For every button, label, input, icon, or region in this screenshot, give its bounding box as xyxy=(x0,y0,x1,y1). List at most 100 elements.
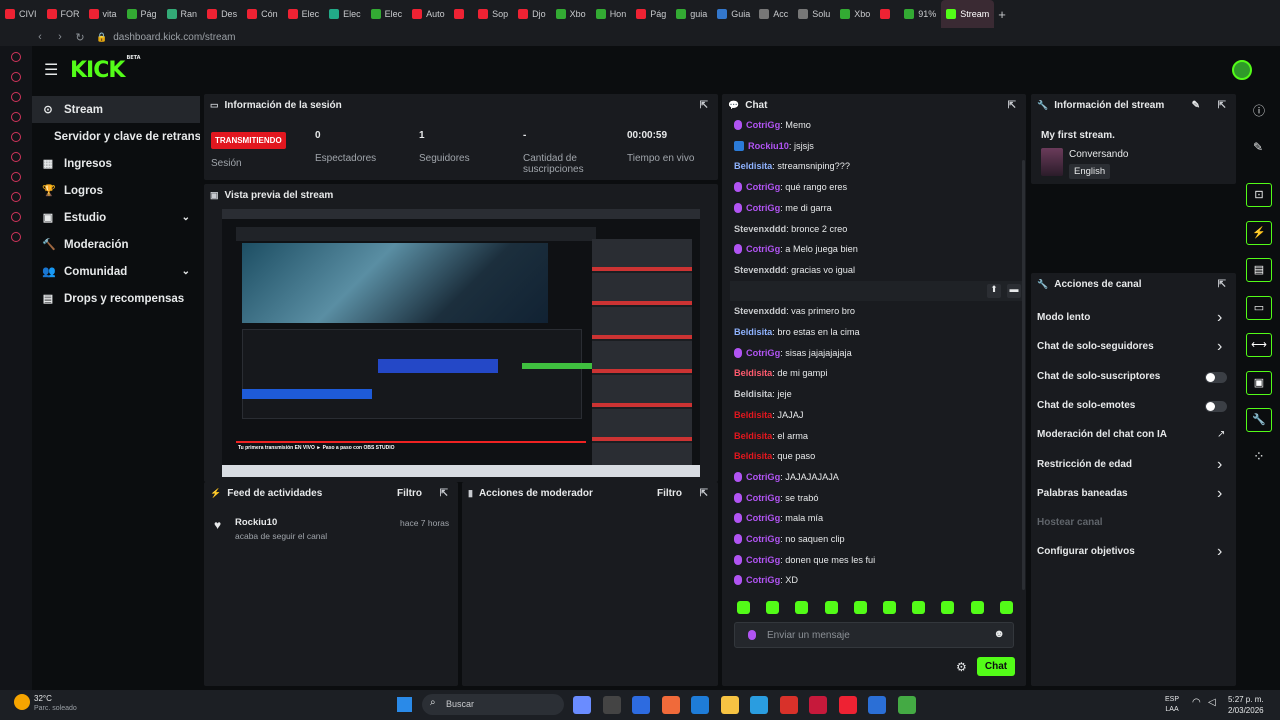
nav-item-4[interactable]: ▣ Estudio ⌄ xyxy=(32,204,200,231)
opera-sidebar-icon[interactable] xyxy=(11,152,21,162)
chat-message[interactable]: CotriGg: a Melo juega bien xyxy=(734,244,858,255)
settings-icon[interactable]: ⚙ xyxy=(956,660,967,674)
chat-message[interactable]: Beldisita: el arma xyxy=(734,431,808,441)
browser-tab[interactable]: vita xyxy=(84,0,122,28)
popout-icon[interactable]: ⇱ xyxy=(1218,100,1226,111)
emote-icon[interactable] xyxy=(824,601,838,614)
browser-tab[interactable]: Elec xyxy=(324,0,366,28)
taskbar-app-icon[interactable] xyxy=(573,696,591,714)
channel-action[interactable]: Configurar objetivos xyxy=(1037,546,1135,557)
chat-message[interactable]: CotriGg: Memo xyxy=(734,120,811,130)
pin-icon[interactable]: ⬆ xyxy=(987,284,1001,298)
bolt-icon[interactable]: ⚡ xyxy=(1246,220,1272,245)
chat-message[interactable]: Beldisita: streamsniping??? xyxy=(734,161,850,171)
browser-tab[interactable]: Auto xyxy=(407,0,449,28)
chat-username[interactable]: Beldisita xyxy=(734,451,772,461)
chat-username[interactable]: CotriGg xyxy=(746,348,780,358)
trash-icon[interactable]: ▬ xyxy=(1007,284,1021,298)
chat-username[interactable]: Stevenxddd xyxy=(734,265,786,275)
channel-action[interactable]: Moderación del chat con IA xyxy=(1037,429,1167,440)
browser-tab[interactable]: Djo xyxy=(513,0,551,28)
chevron-right-icon[interactable]: › xyxy=(1217,543,1222,561)
chat-username[interactable]: CotriGg xyxy=(746,575,780,585)
chat-message[interactable]: Beldisita: bro estas en la cima xyxy=(734,327,860,337)
taskbar-app-icon[interactable] xyxy=(750,696,768,714)
layout-icon[interactable]: ▣ xyxy=(1246,370,1272,395)
browser-tab[interactable]: guia xyxy=(671,0,712,28)
activity-filter[interactable]: Filtro xyxy=(397,488,422,499)
browser-tab[interactable]: Xbo xyxy=(835,0,875,28)
start-button[interactable] xyxy=(397,697,412,712)
kick-logo[interactable]: KICKBETA xyxy=(70,55,141,83)
nav-item-0[interactable]: ⊙ Stream xyxy=(32,96,200,123)
popout-icon[interactable]: ⇱ xyxy=(700,100,708,111)
chat-scrollbar[interactable] xyxy=(1022,160,1025,590)
taskbar-app-icon[interactable] xyxy=(602,696,621,714)
opera-sidebar-icon[interactable] xyxy=(11,232,21,242)
chat-message[interactable]: Beldisita: que paso xyxy=(734,451,815,461)
chat-message[interactable]: Beldisita: jeje xyxy=(734,389,792,399)
browser-tab[interactable]: Ran xyxy=(162,0,203,28)
channel-action[interactable]: Hostear canal xyxy=(1037,517,1103,528)
avatar[interactable] xyxy=(1232,60,1252,80)
chevron-down-icon[interactable]: ⌄ xyxy=(182,266,190,277)
chat-username[interactable]: Stevenxddd xyxy=(734,306,786,316)
channel-action[interactable]: Palabras baneadas xyxy=(1037,488,1128,499)
nav-item-3[interactable]: 🏆 Logros xyxy=(32,177,200,204)
nav-item-6[interactable]: 👥 Comunidad ⌄ xyxy=(32,258,200,285)
chat-message[interactable]: CotriGg: me di garra xyxy=(734,202,832,213)
menu-icon[interactable]: ☰ xyxy=(44,60,58,80)
chat-username[interactable]: Beldisita xyxy=(734,161,772,171)
popout-icon[interactable]: ⇱ xyxy=(440,488,448,499)
chat-username[interactable]: CotriGg xyxy=(746,513,780,523)
chat-message[interactable]: CotriGg: mala mía xyxy=(734,513,823,524)
wifi-icon[interactable]: ◠ xyxy=(1192,697,1201,708)
chat-username[interactable]: Stevenxddd xyxy=(734,224,786,234)
chat-username[interactable]: CotriGg xyxy=(746,244,780,254)
send-chat-button[interactable]: Chat xyxy=(977,657,1015,676)
emote-icon[interactable] xyxy=(970,601,984,614)
list-icon[interactable]: ▤ xyxy=(1246,258,1272,282)
nav-item-5[interactable]: 🔨 Moderación xyxy=(32,231,200,258)
chat-message[interactable]: CotriGg: se trabó xyxy=(734,492,819,503)
chat-username[interactable]: CotriGg xyxy=(746,472,780,482)
opera-sidebar-icon[interactable] xyxy=(11,112,21,122)
opera-sidebar-icon[interactable] xyxy=(11,172,21,182)
chevron-right-icon[interactable]: › xyxy=(1217,485,1222,503)
emote-icon[interactable] xyxy=(941,601,955,614)
chevron-right-icon[interactable]: › xyxy=(1217,456,1222,474)
chat-username[interactable]: Beldisita xyxy=(734,368,772,378)
chat-input[interactable]: Enviar un mensaje ☻ xyxy=(734,622,1014,648)
emote-icon[interactable] xyxy=(737,601,750,614)
nav-item-1[interactable]: Servidor y clave de retransmisión xyxy=(32,123,200,150)
info-icon[interactable]: ⓘ xyxy=(1253,102,1265,119)
taskbar-app-icon[interactable] xyxy=(838,696,857,714)
taskbar-app-icon[interactable] xyxy=(661,696,680,714)
nav-item-2[interactable]: ▦ Ingresos xyxy=(32,150,200,177)
opera-sidebar-icon[interactable] xyxy=(11,132,21,142)
chat-username[interactable]: Beldisita xyxy=(734,431,772,441)
chat-message[interactable]: CotriGg: no saquen clip xyxy=(734,534,845,544)
browser-tab[interactable]: Acc xyxy=(754,0,793,28)
chat-message[interactable]: CotriGg: XD xyxy=(734,575,798,586)
browser-tab[interactable]: Des xyxy=(202,0,242,28)
taskbar-app-icon[interactable] xyxy=(720,696,739,714)
browser-tab[interactable]: Solu xyxy=(793,0,835,28)
channel-action[interactable]: Chat de solo-seguidores xyxy=(1037,341,1154,352)
opera-sidebar-icon[interactable] xyxy=(11,52,21,62)
chat-username[interactable]: CotriGg xyxy=(746,182,780,192)
opera-sidebar-icon[interactable] xyxy=(11,192,21,202)
taskbar-app-icon[interactable] xyxy=(868,696,886,714)
reload-icon[interactable]: ↻ xyxy=(70,31,90,44)
browser-tab[interactable]: Cón xyxy=(242,0,283,28)
taskbar-app-icon[interactable] xyxy=(691,696,709,714)
emote-icon[interactable] xyxy=(883,601,896,614)
chat-username[interactable]: CotriGg xyxy=(746,203,780,213)
chat-username[interactable]: CotriGg xyxy=(746,534,780,544)
chat-message[interactable]: Beldisita: JAJAJ xyxy=(734,410,803,420)
browser-tab[interactable]: Pág xyxy=(122,0,162,28)
browser-tab[interactable]: Stream xyxy=(941,0,995,28)
channel-action[interactable]: Modo lento xyxy=(1037,312,1090,323)
browser-tab[interactable]: 91% xyxy=(899,0,941,28)
toggle-switch[interactable] xyxy=(1205,371,1227,383)
